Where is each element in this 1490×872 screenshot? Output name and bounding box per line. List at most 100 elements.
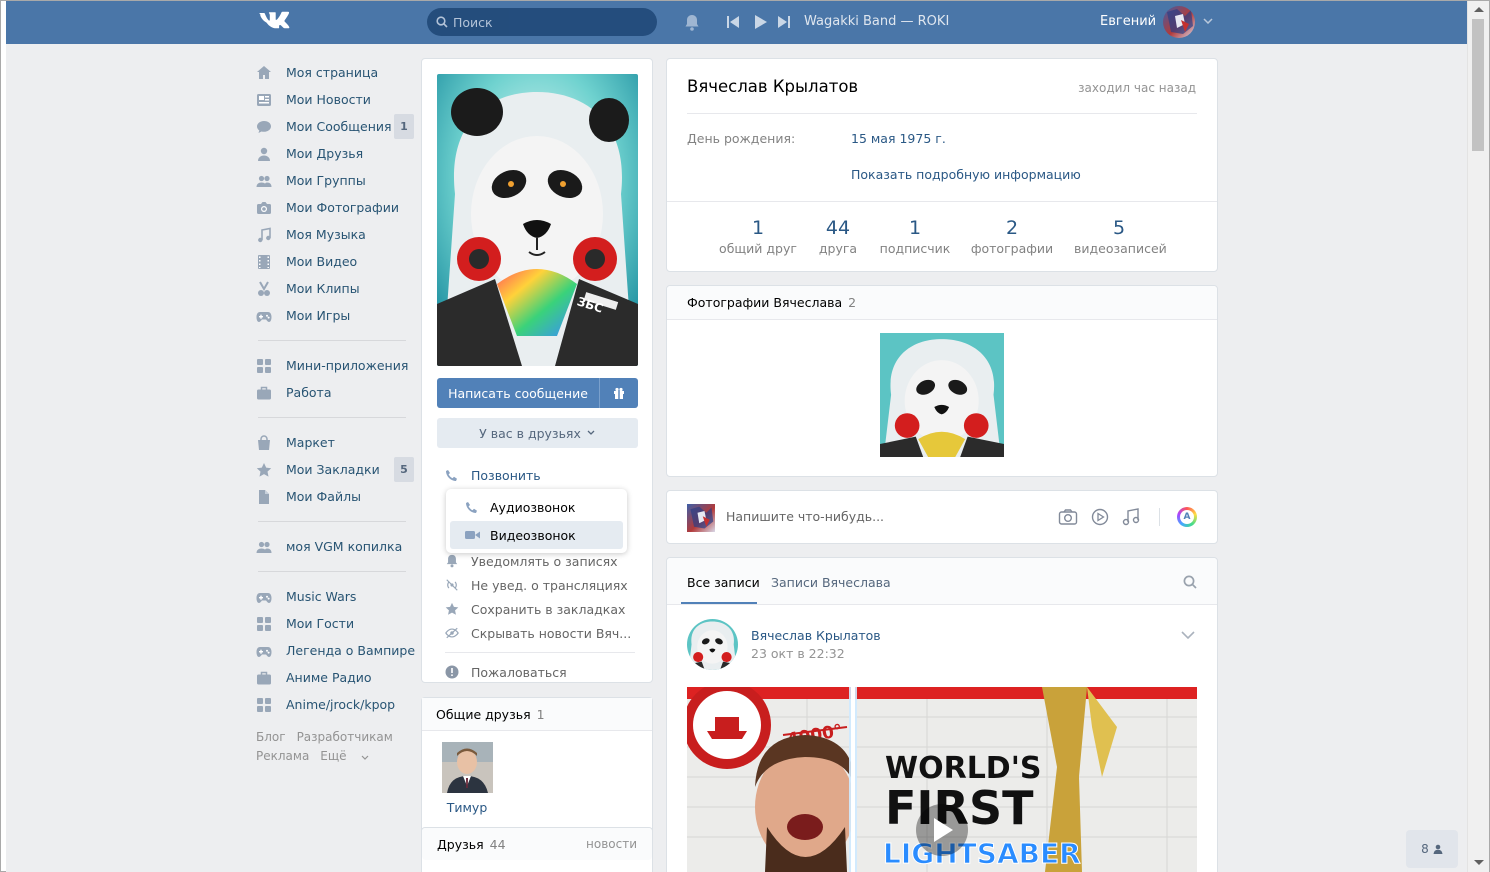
sidebar-item-icon — [256, 254, 286, 270]
sidebar-item-label: Anime/jrock/kpop — [286, 697, 396, 712]
call-action[interactable]: Позвонить — [445, 463, 635, 487]
profile-counter[interactable]: 1 общий друг — [713, 215, 803, 256]
video-play-icon[interactable] — [1090, 508, 1110, 526]
report-label: Пожаловаться — [471, 664, 567, 680]
search-input[interactable] — [453, 8, 649, 36]
gamepad-icon — [256, 592, 272, 603]
profile-action-label: Сохранить в закладках — [471, 601, 626, 617]
profile-counter[interactable]: 2 фотографии — [967, 215, 1057, 256]
sidebar-item[interactable]: Мои Группы — [256, 167, 416, 194]
sidebar-item[interactable]: Работа — [256, 379, 416, 406]
play-icon[interactable] — [755, 15, 767, 29]
video-call-option[interactable]: Видеозвонок — [450, 521, 623, 549]
profile-action[interactable]: Сохранить в закладках — [445, 597, 635, 621]
sidebar-item[interactable]: Маркет — [256, 429, 416, 456]
footer-link-ads[interactable]: Реклама — [256, 749, 309, 763]
sidebar-item[interactable]: Мини-приложения — [256, 352, 416, 379]
footer-link-more[interactable]: Ещё — [320, 749, 369, 763]
footer-more-label: Ещё — [320, 749, 347, 763]
bag-icon — [258, 434, 270, 450]
chat-button[interactable]: 8 — [1406, 830, 1458, 868]
vk-apps-icon[interactable]: A — [1177, 507, 1197, 527]
tab-all-posts[interactable]: Все записи — [687, 575, 760, 590]
sidebar-item[interactable]: Мои Клипы — [256, 275, 416, 302]
sidebar-item[interactable]: Мои Игры — [256, 302, 416, 329]
birthday-value[interactable]: 15 мая 1975 г. — [851, 131, 946, 146]
friends-title: Друзья — [437, 836, 484, 852]
sidebar-item[interactable]: Мои Гости — [256, 610, 416, 637]
sidebar-item[interactable]: Мои Фотографии — [256, 194, 416, 221]
sidebar-item[interactable]: Мои Сообщения 1 — [256, 113, 416, 140]
photo-thumbnail[interactable] — [880, 333, 1004, 457]
next-track-icon[interactable] — [778, 15, 790, 29]
photos-header[interactable]: Фотографии Вячеслава 2 — [667, 286, 1217, 320]
chevron-down-icon[interactable] — [1181, 631, 1195, 639]
user-name[interactable]: Евгений — [1100, 14, 1156, 29]
music-note-icon[interactable] — [1122, 508, 1140, 526]
post-author-avatar[interactable] — [687, 619, 738, 670]
sidebar-item[interactable]: Легенда о Вампире — [256, 637, 416, 664]
search-box[interactable] — [427, 8, 657, 36]
sidebar-item[interactable]: Anime/jrock/kpop — [256, 691, 416, 718]
show-more-info-link[interactable]: Показать подробную информацию — [851, 167, 1081, 182]
user-avatar[interactable] — [1163, 6, 1195, 38]
sidebar-item[interactable]: Моя страница — [256, 59, 416, 86]
sidebar-item[interactable]: Аниме Радио — [256, 664, 416, 691]
prev-track-icon[interactable] — [727, 15, 739, 29]
camera-icon[interactable] — [1058, 508, 1078, 526]
chevron-down-icon — [361, 755, 369, 760]
friend-name[interactable]: Тимур — [437, 800, 497, 815]
scroll-down-arrow — [1474, 860, 1484, 865]
gift-button[interactable] — [599, 378, 638, 408]
search-icon[interactable] — [1183, 575, 1197, 589]
chevron-down-icon[interactable] — [1203, 18, 1213, 24]
user-icon — [1433, 844, 1443, 854]
call-label: Позвонить — [471, 467, 541, 483]
profile-name: Вячеслав Крылатов — [687, 77, 859, 96]
sidebar-item[interactable]: Мои Новости — [256, 86, 416, 113]
friends-news-link[interactable]: новости — [586, 837, 637, 851]
mutual-friends-count: 1 — [536, 706, 545, 722]
counter-number: 5 — [1112, 217, 1126, 239]
tab-own-posts[interactable]: Записи Вячеслава — [771, 575, 891, 590]
friends-header[interactable]: Друзья 44 новости — [422, 828, 652, 860]
chevron-down-icon — [587, 430, 595, 435]
sidebar-item[interactable]: Моя Музыка — [256, 221, 416, 248]
audio-call-option[interactable]: Аудиозвонок — [450, 493, 623, 521]
friend-status-button[interactable]: У вас в друзьях — [437, 418, 638, 448]
footer-link-devs[interactable]: Разработчикам — [297, 730, 393, 744]
now-playing-title[interactable]: Wagakki Band — ROKI — [804, 14, 949, 29]
sidebar-item[interactable]: моя VGM копилка — [256, 533, 416, 560]
profile-action[interactable]: Скрывать новости Вяч... — [445, 621, 635, 645]
apps-icon — [257, 358, 271, 373]
sidebar-item[interactable]: Music Wars — [256, 583, 416, 610]
report-action[interactable]: Пожаловаться — [445, 660, 635, 684]
scrollbar[interactable] — [1467, 1, 1489, 872]
photos-count: 2 — [848, 295, 857, 310]
media-title-line3: LIGHTSABER — [883, 837, 1081, 870]
sidebar-item-badge[interactable]: 1 — [394, 114, 414, 139]
profile-avatar[interactable]: ЗБС — [437, 74, 638, 366]
bell-icon[interactable] — [684, 14, 700, 31]
sidebar-item[interactable]: Мои Видео — [256, 248, 416, 275]
post-video-thumbnail[interactable]: 4000° WORLD'S FIRST LIGHTSABER — [687, 687, 1197, 872]
sidebar-item-label: Мини-приложения — [286, 358, 409, 373]
sidebar-item-label: Мои Сообщения — [286, 119, 392, 134]
sidebar-item[interactable]: Мои Друзья — [256, 140, 416, 167]
sidebar-item[interactable]: Мои Файлы — [256, 483, 416, 510]
profile-counter[interactable]: 1 подписчик — [870, 215, 960, 256]
sidebar-item[interactable]: Мои Закладки 5 — [256, 456, 416, 483]
post-date[interactable]: 23 окт в 22:32 — [751, 646, 845, 661]
sidebar-item-badge[interactable]: 5 — [394, 457, 414, 482]
post-author-name[interactable]: Вячеслав Крылатов — [751, 628, 881, 643]
send-message-button[interactable]: Написать сообщение — [437, 378, 599, 408]
sidebar-item-label: Music Wars — [286, 589, 357, 604]
vk-logo[interactable] — [257, 10, 291, 32]
scrollbar-thumb — [1472, 19, 1484, 151]
post-input[interactable]: Напишите что-нибудь... — [726, 509, 884, 524]
footer-link-blog[interactable]: Блог — [256, 730, 286, 744]
friend-avatar[interactable] — [442, 742, 493, 793]
profile-action[interactable]: Не увед. о трансляциях — [445, 573, 635, 597]
mutual-friends-header[interactable]: Общие друзья 1 — [422, 698, 652, 731]
profile-counter[interactable]: 5 видеозаписей — [1074, 215, 1167, 256]
